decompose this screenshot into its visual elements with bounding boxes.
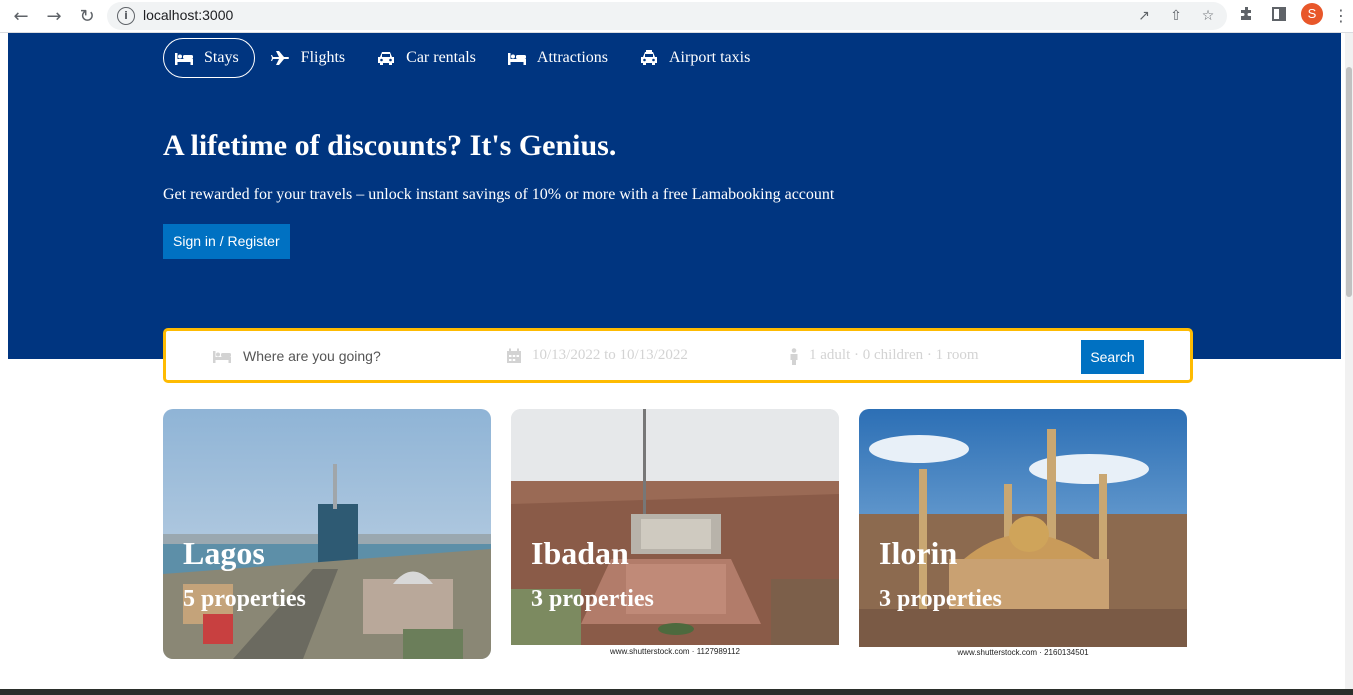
back-arrow-icon[interactable]: ← [9, 4, 33, 28]
plane-icon [270, 50, 291, 66]
person-icon [789, 347, 799, 365]
featured-item-ilorin[interactable]: Ilorin 3 properties [859, 409, 1187, 647]
featured-cities: Lagos 5 properties Ibadan 3 properties w… [163, 409, 1187, 669]
profile-avatar[interactable]: S [1301, 3, 1323, 25]
forward-arrow-icon[interactable]: → [42, 4, 66, 28]
image-watermark: www.shutterstock.com · 2160134501 [859, 647, 1187, 659]
image-watermark: www.shutterstock.com · 1127989112 [511, 646, 839, 658]
header-description: Get rewarded for your travels – unlock i… [163, 186, 835, 203]
featured-titles: Ilorin 3 properties [879, 532, 1002, 614]
side-panel-icon[interactable] [1269, 6, 1289, 26]
nav-item-car-rentals[interactable]: Car rentals [366, 38, 491, 78]
guests-rooms-text[interactable]: 1 adult · 0 children · 1 room [809, 347, 979, 364]
taxi-icon [639, 50, 659, 66]
sign-in-register-button[interactable]: Sign in / Register [163, 224, 290, 259]
nav-label: Flights [300, 49, 346, 66]
nav-item-airport-taxis[interactable]: Airport taxis [629, 38, 765, 78]
nav-item-flights[interactable]: Flights [261, 38, 360, 78]
property-count: 3 properties [879, 586, 1002, 612]
city-name: Lagos [183, 535, 265, 571]
featured-titles: Ibadan 3 properties [531, 532, 654, 614]
kebab-menu-icon[interactable]: ⋮ [1333, 6, 1349, 26]
page-scrollbar[interactable] [1345, 33, 1353, 689]
share-icon[interactable]: ⇧ [1167, 7, 1185, 25]
date-search-item[interactable]: 10/13/2022 to 10/13/2022 [506, 331, 688, 380]
open-in-new-icon[interactable]: ↗ [1135, 7, 1153, 25]
nav-item-attractions[interactable]: Attractions [497, 38, 623, 78]
car-icon [376, 50, 396, 66]
reload-icon[interactable]: ↻ [75, 4, 99, 28]
featured-titles: Lagos 5 properties [183, 532, 306, 614]
destination-input[interactable] [243, 347, 473, 364]
nav-label: Stays [204, 49, 239, 66]
header-nav: Stays Flights Car rentals Attractions Ai… [163, 38, 771, 78]
calendar-icon [506, 348, 522, 364]
nav-label: Airport taxis [668, 49, 751, 66]
bed-icon [211, 348, 233, 364]
scrollbar-thumb[interactable] [1346, 67, 1352, 297]
property-count: 5 properties [183, 586, 306, 612]
extensions-icon[interactable] [1237, 6, 1257, 26]
header-title: A lifetime of discounts? It's Genius. [163, 129, 617, 162]
destination-search-item[interactable] [211, 331, 473, 380]
address-url[interactable]: localhost:3000 [143, 7, 233, 23]
browser-toolbar: ← → ↻ i localhost:3000 ↗ ⇧ ☆ S ⋮ [0, 0, 1353, 33]
nav-item-stays[interactable]: Stays [163, 38, 255, 78]
featured-item-lagos[interactable]: Lagos 5 properties [163, 409, 491, 659]
star-icon[interactable]: ☆ [1199, 7, 1217, 25]
next-section-preview [0, 689, 1353, 695]
search-button[interactable]: Search [1081, 340, 1144, 374]
city-name: Ibadan [531, 535, 629, 571]
info-icon[interactable]: i [117, 7, 135, 25]
featured-item-ibadan[interactable]: Ibadan 3 properties [511, 409, 839, 645]
search-bar: 10/13/2022 to 10/13/2022 1 adult · 0 chi… [163, 328, 1193, 383]
property-count: 3 properties [531, 586, 654, 612]
hero-header: Stays Flights Car rentals Attractions Ai… [8, 33, 1341, 359]
address-bar[interactable]: i localhost:3000 ↗ ⇧ ☆ [107, 2, 1227, 30]
options-search-item[interactable]: 1 adult · 0 children · 1 room [789, 331, 979, 380]
nav-label: Attractions [536, 49, 608, 66]
bed-icon [507, 50, 527, 66]
city-name: Ilorin [879, 535, 958, 571]
date-range-text[interactable]: 10/13/2022 to 10/13/2022 [532, 347, 688, 364]
nav-label: Car rentals [406, 49, 476, 66]
bed-icon [174, 50, 194, 66]
